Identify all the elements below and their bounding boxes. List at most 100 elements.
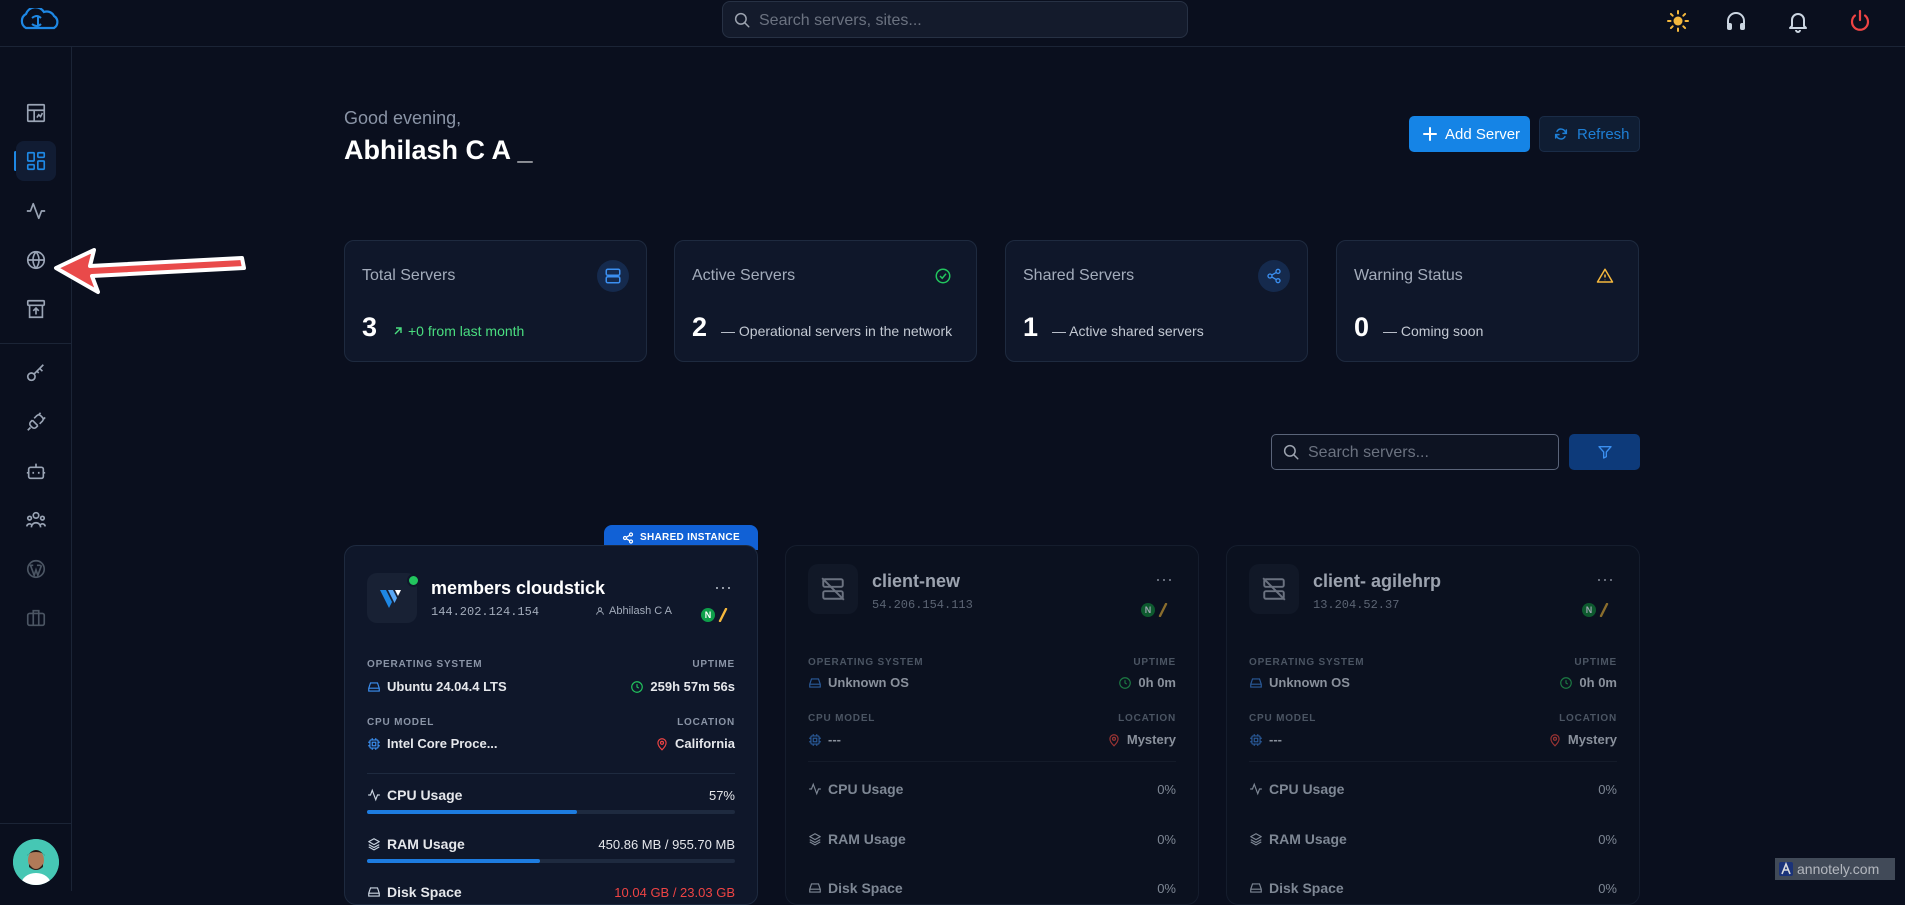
sidebar-item-team[interactable]	[16, 500, 56, 540]
sidebar-item-keys[interactable]	[16, 353, 56, 393]
server-card[interactable]: client- agilehrp 13.204.52.37 N ⋯ OPERAT…	[1226, 545, 1640, 905]
uptime-value-text: 259h 57m 56s	[650, 679, 735, 694]
cpu-chip-icon	[808, 733, 822, 747]
cpu-usage-bar	[367, 810, 735, 814]
stat-title: Warning Status	[1354, 267, 1463, 284]
server-name[interactable]: client-new	[872, 571, 960, 592]
team-icon	[25, 509, 47, 531]
add-server-label: Add Server	[1445, 125, 1521, 143]
cpu-model-value: ---	[1249, 732, 1282, 747]
sidebar-item-integrations[interactable]	[16, 402, 56, 442]
global-search[interactable]	[722, 1, 1188, 39]
server-icon	[597, 260, 629, 292]
more-options-icon[interactable]: ⋯	[1155, 570, 1174, 591]
sidebar-item-wordpress[interactable]	[16, 549, 56, 589]
server-card[interactable]: members cloudstick 144.202.124.154 Abhil…	[344, 545, 758, 905]
watermark: annotely.com	[1775, 858, 1895, 880]
map-pin-icon	[655, 737, 669, 751]
location-value: California	[655, 736, 735, 751]
uptime-value: 259h 57m 56s	[630, 679, 735, 694]
sidebar-item-monitoring[interactable]	[16, 191, 56, 231]
server-search-input[interactable]	[1306, 435, 1550, 471]
key-icon	[25, 362, 47, 384]
location-text: Mystery	[1567, 732, 1617, 747]
ram-usage-label: RAM Usage	[1249, 831, 1347, 847]
vultr-logo-icon	[367, 573, 420, 623]
cpu-usage-label: CPU Usage	[808, 781, 903, 797]
more-options-icon[interactable]: ⋯	[714, 578, 733, 599]
clock-icon	[630, 680, 644, 694]
add-server-button[interactable]: Add Server	[1409, 116, 1530, 152]
power-icon[interactable]	[1848, 9, 1872, 33]
card-divider	[1249, 761, 1617, 762]
server-search[interactable]	[1271, 434, 1559, 471]
os-value-text: Unknown OS	[1269, 675, 1350, 690]
uptime-label: UPTIME	[1133, 657, 1176, 668]
layers-icon	[1249, 832, 1263, 846]
global-search-input[interactable]	[757, 2, 1181, 39]
check-circle-icon	[927, 260, 959, 292]
headphones-icon[interactable]	[1724, 9, 1748, 33]
more-options-icon[interactable]: ⋯	[1596, 570, 1615, 591]
grid-apps-icon	[25, 150, 47, 172]
bell-icon[interactable]	[1786, 9, 1810, 33]
activity-icon	[808, 782, 822, 796]
share-icon	[1258, 260, 1290, 292]
nginx-badge-icon: N	[701, 608, 715, 622]
sidebar-item-briefcase[interactable]	[16, 598, 56, 638]
server-badges: N	[1582, 603, 1609, 617]
ram-usage-label-text: RAM Usage	[828, 831, 906, 847]
globe-icon	[25, 249, 47, 271]
drive-icon	[808, 676, 822, 690]
sidebar-item-bots[interactable]	[16, 451, 56, 491]
uptime-value-text: 0h 0m	[1138, 675, 1176, 690]
disk-space-value: 10.04 GB / 23.03 GB	[614, 885, 735, 900]
uptime-label: UPTIME	[1574, 657, 1617, 668]
sidebar	[0, 47, 72, 891]
greeting-salutation: Good evening,	[344, 108, 462, 128]
cpu-usage-label: CPU Usage	[1249, 781, 1344, 797]
search-icon	[733, 11, 751, 29]
disk-space-label: Disk Space	[808, 880, 903, 896]
os-label: OPERATING SYSTEM	[367, 659, 483, 670]
os-label: OPERATING SYSTEM	[1249, 657, 1365, 668]
sun-icon[interactable]	[1666, 9, 1690, 33]
stat-note-text: — Active shared servers	[1052, 323, 1204, 339]
ram-usage-value: 0%	[1598, 832, 1617, 847]
ram-usage-fill	[367, 859, 540, 863]
activity-icon	[1249, 782, 1263, 796]
stat-note-text: +0 from last month	[408, 323, 525, 339]
app-logo[interactable]	[16, 8, 64, 32]
user-avatar[interactable]	[13, 839, 59, 885]
cpu-model-text: ---	[1269, 732, 1282, 747]
ram-usage-label-text: RAM Usage	[1269, 831, 1347, 847]
sidebar-item-reports[interactable]	[16, 93, 56, 133]
os-value: Ubuntu 24.04.4 LTS	[367, 679, 507, 694]
php-badge-icon	[1599, 603, 1609, 617]
filter-button[interactable]	[1569, 434, 1640, 470]
disk-space-label-text: Disk Space	[828, 880, 903, 896]
disk-space-label: Disk Space	[1249, 880, 1344, 896]
greeting-user-name: Abhilash C A _	[344, 135, 533, 165]
server-ip: 54.206.154.113	[872, 598, 973, 612]
stat-card-warning-status: Warning Status 0 — Coming soon	[1336, 240, 1639, 362]
search-icon	[1282, 443, 1300, 461]
shared-instance-label: SHARED INSTANCE	[640, 532, 740, 543]
stat-title: Shared Servers	[1023, 267, 1135, 284]
server-name[interactable]: members cloudstick	[431, 578, 605, 599]
disk-space-value: 0%	[1598, 881, 1617, 896]
server-card[interactable]: client-new 54.206.154.113 N ⋯ OPERATING …	[785, 545, 1199, 905]
cpu-usage-value: 0%	[1598, 782, 1617, 797]
refresh-button[interactable]: Refresh	[1539, 116, 1640, 152]
top-bar	[0, 0, 1905, 47]
clock-icon	[1559, 676, 1573, 690]
layers-icon	[808, 832, 822, 846]
server-name[interactable]: client- agilehrp	[1313, 571, 1441, 592]
map-pin-icon	[1548, 733, 1562, 747]
sidebar-item-dashboard[interactable]	[16, 141, 56, 181]
os-value-text: Ubuntu 24.04.4 LTS	[387, 679, 507, 694]
disk-space-label: Disk Space	[367, 884, 462, 900]
stat-title: Active Servers	[692, 267, 796, 284]
uptime-value-text: 0h 0m	[1579, 675, 1617, 690]
location-label: LOCATION	[677, 717, 735, 728]
